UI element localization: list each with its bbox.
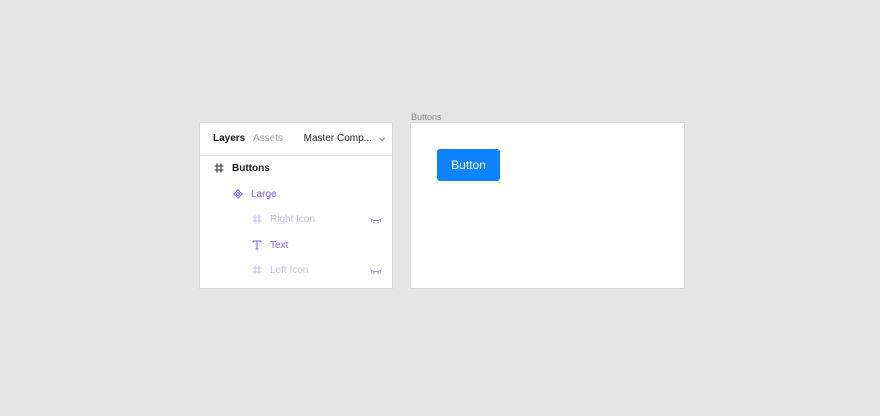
eye-closed-icon[interactable] <box>370 216 382 224</box>
eye-closed-icon[interactable] <box>370 267 382 275</box>
layer-row-left-icon[interactable]: Left Icon <box>200 258 392 284</box>
layer-list: Buttons Large Right Icon Text Left Icon <box>200 156 392 284</box>
layer-row-large[interactable]: Large <box>200 182 392 208</box>
layer-label-buttons: Buttons <box>232 163 270 174</box>
layer-row-buttons[interactable]: Buttons <box>200 156 392 182</box>
tab-assets[interactable]: Assets <box>253 133 283 145</box>
chevron-down-icon <box>379 137 385 142</box>
layer-label-left-icon: Left Icon <box>270 265 309 277</box>
component-icon <box>233 188 243 199</box>
canvas-frame[interactable]: Button <box>411 123 684 288</box>
page-selector-value: Master Comp... <box>303 133 372 144</box>
frame-icon <box>252 265 262 275</box>
layers-panel-header: Layers Assets Master Comp... <box>200 123 392 156</box>
layer-label-text: Text <box>270 239 289 251</box>
frame-icon <box>252 214 262 224</box>
frame-icon <box>214 163 224 173</box>
text-icon <box>252 240 262 250</box>
layer-label-large: Large <box>251 188 277 200</box>
tab-layers[interactable]: Layers <box>213 133 245 145</box>
canvas-button[interactable]: Button <box>437 149 500 181</box>
layer-label-right-icon: Right Icon <box>270 214 316 226</box>
frame-label[interactable]: Buttons <box>411 112 442 122</box>
layer-row-text[interactable]: Text <box>200 233 392 259</box>
page-selector[interactable]: Master Comp... <box>304 133 386 145</box>
layer-row-right-icon[interactable]: Right Icon <box>200 207 392 233</box>
layers-panel: Layers Assets Master Comp... Buttons Lar… <box>200 123 392 288</box>
